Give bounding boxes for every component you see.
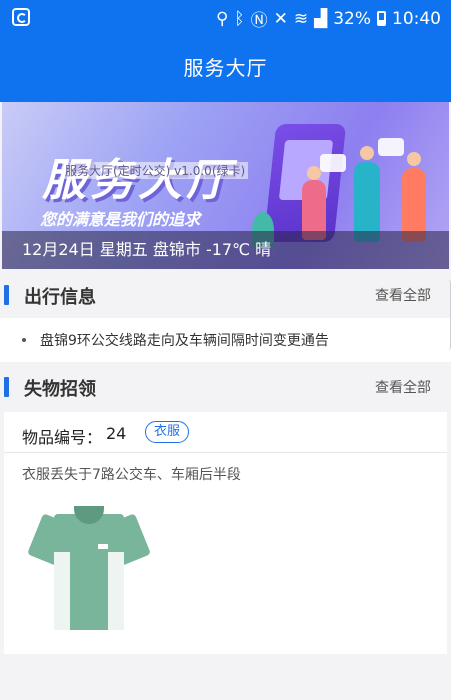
item-description: 衣服丢失于7路公交车、车厢后半段 bbox=[22, 467, 241, 483]
status-icons: ⚲ ᛒ Ⓝ ✕ ≋ ▟ 32% 10:40 bbox=[215, 6, 441, 32]
person-head-illustration bbox=[307, 166, 321, 180]
item-number-label: 物品编号： bbox=[22, 428, 103, 447]
signal-icon: ▟ bbox=[314, 8, 328, 29]
shirt-panel bbox=[108, 552, 124, 630]
location-icon: ⚲ bbox=[215, 8, 229, 29]
wifi-icon: ≋ bbox=[293, 8, 309, 29]
section-marker bbox=[4, 285, 9, 305]
banner-overlay-text: 服务大厅(定时公交) v1.0.0(绿卡) bbox=[62, 162, 249, 179]
status-bar: ⚲ ᛒ Ⓝ ✕ ≋ ▟ 32% 10:40 bbox=[0, 0, 451, 34]
battery-percent: 32% bbox=[333, 8, 371, 29]
mute-icon: ✕ bbox=[273, 8, 288, 29]
bluetooth-icon: ᛒ bbox=[234, 8, 245, 29]
travel-view-all-link[interactable]: 查看全部 bbox=[375, 285, 431, 305]
chat-bubble-illustration bbox=[320, 154, 346, 172]
lost-item-card[interactable]: 物品编号： 24 衣服 衣服丢失于7路公交车、车厢后半段 bbox=[4, 412, 447, 654]
lost-found-header: 失物招领 查看全部 bbox=[0, 364, 451, 410]
lost-found-title: 失物招领 bbox=[24, 379, 96, 400]
person-head-illustration bbox=[360, 146, 374, 160]
banner-slogan: 您的满意是我们的追求 bbox=[40, 210, 201, 229]
hero-banner[interactable]: 服务大厅 服务大厅(定时公交) v1.0.0(绿卡) 您的满意是我们的追求 12… bbox=[2, 102, 449, 269]
page-title: 服务大厅 bbox=[183, 56, 268, 80]
clock: 10:40 bbox=[392, 8, 441, 29]
bottom-spacer bbox=[0, 654, 451, 700]
section-marker bbox=[4, 377, 9, 397]
chat-bubble-illustration bbox=[378, 138, 404, 156]
app-notification-icon bbox=[12, 8, 30, 26]
person-illustration bbox=[354, 162, 380, 242]
divider bbox=[4, 452, 447, 453]
item-number: 24 bbox=[106, 424, 127, 443]
battery-icon bbox=[377, 11, 386, 26]
item-photo[interactable] bbox=[26, 500, 152, 630]
category-badge: 衣服 bbox=[145, 421, 190, 443]
travel-info-header: 出行信息 查看全部 bbox=[0, 272, 451, 318]
person-head-illustration bbox=[407, 152, 421, 166]
list-item[interactable]: 盘锦9环公交线路走向及车辆间隔时间变更通告 bbox=[0, 318, 451, 362]
date-weather-bar: 12月24日 星期五 盘锦市 -17℃ 晴 bbox=[2, 231, 449, 269]
app-header: 服务大厅 bbox=[0, 34, 451, 102]
lost-found-view-all-link[interactable]: 查看全部 bbox=[375, 377, 431, 397]
bullet-icon bbox=[22, 338, 26, 342]
nfc-icon: Ⓝ bbox=[250, 11, 268, 31]
shirt-logo bbox=[98, 544, 108, 549]
shirt-panel bbox=[54, 552, 70, 630]
news-item-title: 盘锦9环公交线路走向及车辆间隔时间变更通告 bbox=[40, 333, 329, 349]
travel-info-title: 出行信息 bbox=[24, 287, 96, 308]
